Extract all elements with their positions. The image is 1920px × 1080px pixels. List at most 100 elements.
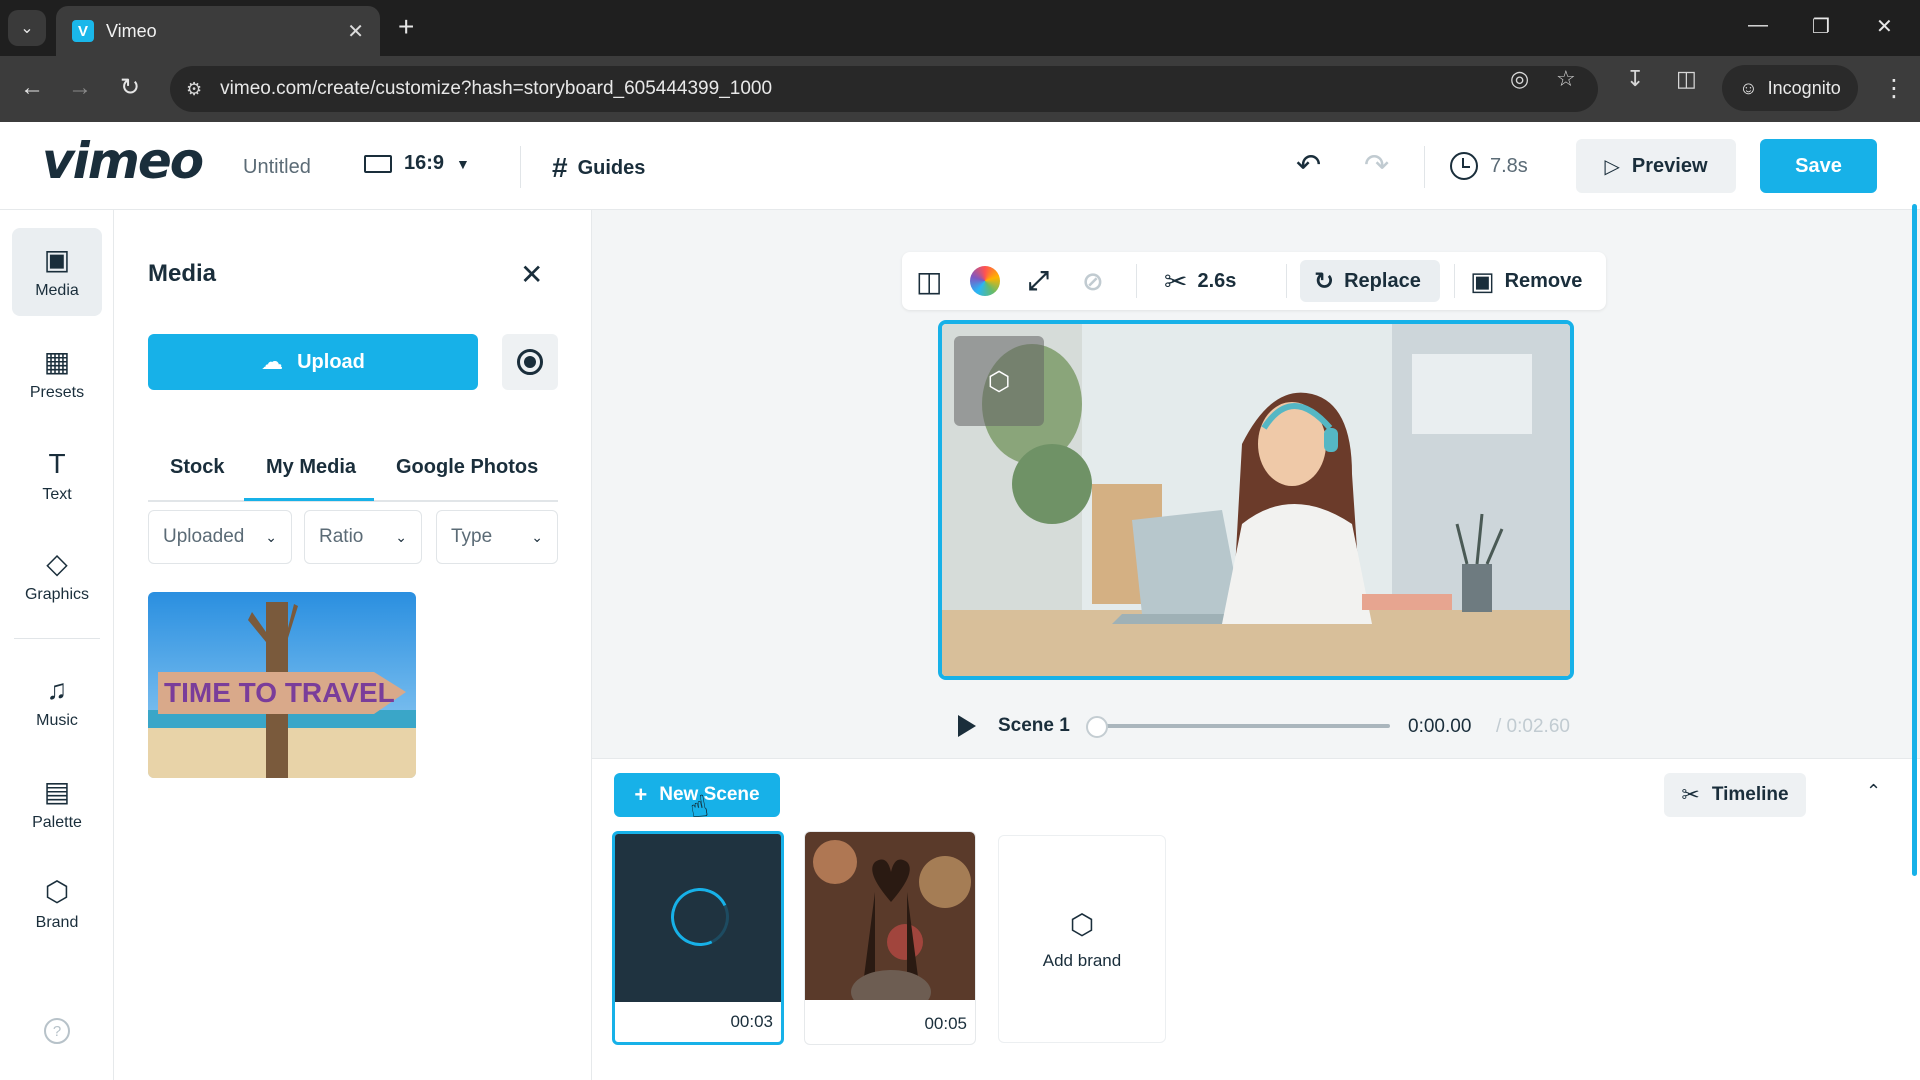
close-tab-icon[interactable]: ✕ [347, 19, 364, 44]
scene-card[interactable]: 00:05 [804, 831, 976, 1045]
preview-button[interactable]: ▷ Preview [1576, 139, 1736, 193]
browser-tab[interactable]: V Vimeo ✕ [56, 6, 380, 56]
divider [1286, 264, 1287, 298]
rail-item-brand[interactable]: ⬡ Brand [12, 860, 102, 948]
grid-icon: ▦ [43, 346, 71, 377]
ratio-icon [364, 154, 392, 173]
play-outline-icon: ▷ [1604, 155, 1620, 178]
chevron-up-icon[interactable]: ⌃ [1866, 781, 1881, 802]
brand-placeholder-icon[interactable]: ⬡ [954, 336, 1044, 426]
add-brand-card[interactable]: ⬡ Add brand [998, 835, 1166, 1043]
aspect-ratio-dropdown[interactable]: 16:9 ▼ [364, 152, 470, 175]
rail-label-media: Media [35, 282, 79, 299]
download-icon[interactable]: ↧ [1626, 66, 1644, 92]
tab-my-media[interactable]: My Media [266, 456, 356, 479]
chevron-down-icon: ⌄ [531, 528, 543, 545]
remove-button[interactable]: ▣ Remove [1470, 252, 1582, 310]
timeline-label: Timeline [1711, 784, 1789, 805]
remove-image-icon: ▣ [1470, 265, 1495, 296]
save-button[interactable]: Save [1760, 139, 1877, 193]
divider [1424, 146, 1425, 188]
media-tabs: Stock My Media Google Photos [148, 442, 558, 502]
incognito-badge[interactable]: ☺ Incognito [1722, 65, 1858, 111]
remove-label: Remove [1504, 269, 1583, 292]
filter-ratio[interactable]: Ratio ⌄ [304, 510, 422, 564]
incognito-icon: ☺ [1739, 77, 1758, 98]
cloud-upload-icon: ☁ [261, 349, 284, 374]
rail-label-brand: Brand [35, 914, 79, 931]
image-icon: ▣ [43, 244, 71, 275]
redo-icon[interactable]: ↷ [1364, 148, 1389, 184]
scene-preview[interactable]: ⬡ [938, 320, 1574, 680]
scrollbar[interactable] [1912, 204, 1917, 876]
scene-player: Scene 1 0:00.00 / 0:02.60 [958, 708, 1578, 744]
side-panel-icon[interactable]: ◫ [1676, 66, 1697, 92]
back-icon[interactable]: ← [20, 76, 44, 100]
app-header: vimeo Untitled 16:9 ▼ # Guides ↶ ↷ 7.8s … [0, 122, 1920, 210]
window-close-icon[interactable]: ✕ [1876, 14, 1893, 39]
progress-track[interactable] [1094, 724, 1390, 728]
duration-value: 7.8s [1490, 154, 1528, 177]
expand-icon[interactable]: ⤢ [1028, 252, 1049, 310]
color-wheel-icon[interactable] [970, 252, 1000, 310]
close-panel-icon[interactable]: ✕ [520, 258, 543, 291]
tracking-protection-icon[interactable]: ◎ [1510, 66, 1529, 92]
trim-button[interactable]: ✂ 2.6s [1164, 252, 1236, 310]
address-bar: ← → ↻ ⚙ vimeo.com/create/customize?hash=… [0, 56, 1920, 122]
refresh-icon: ↻ [1314, 267, 1335, 295]
tab-stock[interactable]: Stock [170, 456, 224, 479]
rail-item-palette[interactable]: ▤ Palette [12, 760, 102, 848]
clock-icon [1450, 152, 1478, 180]
trim-duration: 2.6s [1197, 269, 1237, 292]
help-icon[interactable]: ? [44, 1018, 70, 1044]
rail-item-text[interactable]: T Text [12, 432, 102, 520]
filter-uploaded[interactable]: Uploaded ⌄ [148, 510, 292, 564]
rail-item-presets[interactable]: ▦ Presets [12, 330, 102, 418]
brand-icon: ⬡ [44, 876, 70, 907]
reload-icon[interactable]: ↻ [120, 76, 140, 100]
loading-spinner-icon [662, 879, 738, 955]
no-effect-icon[interactable]: ⊘ [1082, 252, 1104, 310]
tab-google-photos[interactable]: Google Photos [396, 456, 538, 479]
new-tab-icon[interactable]: + [398, 12, 414, 42]
record-icon [517, 349, 543, 375]
total-duration: 7.8s [1450, 152, 1528, 180]
filter-ratio-label: Ratio [319, 526, 364, 547]
left-rail: ▣ Media ▦ Presets T Text ◇ Graphics ♫ Mu… [0, 210, 114, 1080]
replace-button[interactable]: ↻ Replace [1314, 252, 1421, 310]
scene-label: Scene 1 [998, 715, 1070, 736]
palette-icon: ▤ [43, 776, 71, 807]
scene-toolbar: ◫ ⤢ ⊘ ✂ 2.6s ↻ Replace ▣ Remove [902, 252, 1606, 310]
site-settings-icon[interactable]: ⚙ [186, 79, 202, 100]
preview-label: Preview [1631, 154, 1708, 177]
play-icon[interactable] [958, 715, 976, 737]
guides-button[interactable]: # Guides [552, 152, 645, 184]
browser-menu-icon[interactable]: ⋮ [1882, 74, 1906, 103]
rail-item-music[interactable]: ♫ Music [12, 658, 102, 746]
minimize-icon[interactable]: — [1748, 14, 1768, 37]
scenes-strip: + New Scene ✂ Timeline ⌃ 00:03 00:05 ⬡ A… [592, 758, 1920, 1080]
layout-icon[interactable]: ◫ [916, 252, 942, 310]
scene-card[interactable]: 00:03 [612, 831, 784, 1045]
filter-uploaded-label: Uploaded [163, 526, 245, 547]
new-scene-label: New Scene [659, 784, 760, 805]
project-title[interactable]: Untitled [243, 156, 311, 179]
forward-icon[interactable]: → [68, 76, 92, 100]
progress-handle[interactable] [1086, 716, 1108, 738]
record-button[interactable] [502, 334, 558, 390]
vimeo-logo[interactable]: vimeo [42, 132, 204, 190]
url-field[interactable]: ⚙ vimeo.com/create/customize?hash=storyb… [170, 66, 1598, 112]
timeline-button[interactable]: ✂ Timeline [1664, 773, 1806, 817]
rail-item-media[interactable]: ▣ Media [12, 228, 102, 316]
media-thumbnail-travel[interactable]: TIME TO TRAVEL [148, 592, 416, 778]
active-tab-indicator [244, 498, 374, 501]
undo-icon[interactable]: ↶ [1296, 148, 1321, 184]
plus-icon: + [634, 782, 648, 807]
upload-button[interactable]: ☁ Upload [148, 334, 478, 390]
filter-type-label: Type [451, 526, 493, 547]
filter-type[interactable]: Type ⌄ [436, 510, 558, 564]
rail-item-graphics[interactable]: ◇ Graphics [12, 532, 102, 620]
restore-icon[interactable]: ❐ [1812, 14, 1830, 39]
tab-search-icon[interactable]: ⌄ [8, 10, 46, 46]
bookmark-star-icon[interactable]: ☆ [1556, 66, 1576, 92]
